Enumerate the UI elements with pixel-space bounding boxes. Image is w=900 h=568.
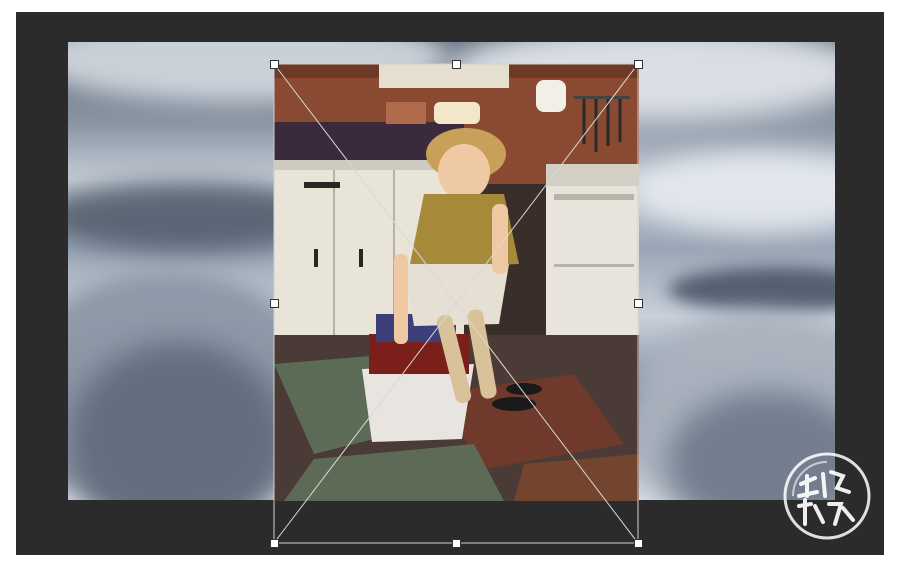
- kitchen-photo-layer[interactable]: [274, 64, 639, 501]
- transform-handle-top-left[interactable]: [270, 60, 279, 69]
- transform-handle-bottom-center[interactable]: [452, 539, 461, 548]
- watermark-logo: [779, 448, 875, 544]
- transform-handle-middle-left[interactable]: [270, 299, 279, 308]
- transform-handle-top-right[interactable]: [634, 60, 643, 69]
- transform-handle-top-center[interactable]: [452, 60, 461, 69]
- transform-handle-bottom-left[interactable]: [270, 539, 279, 548]
- cloud-shape: [668, 267, 835, 312]
- transform-handle-bottom-right[interactable]: [634, 539, 643, 548]
- transform-handle-middle-right[interactable]: [634, 299, 643, 308]
- watermark-seal-icon: [783, 452, 871, 540]
- kitchen-photo-illustration: [274, 64, 639, 501]
- cloud-shape: [628, 152, 835, 232]
